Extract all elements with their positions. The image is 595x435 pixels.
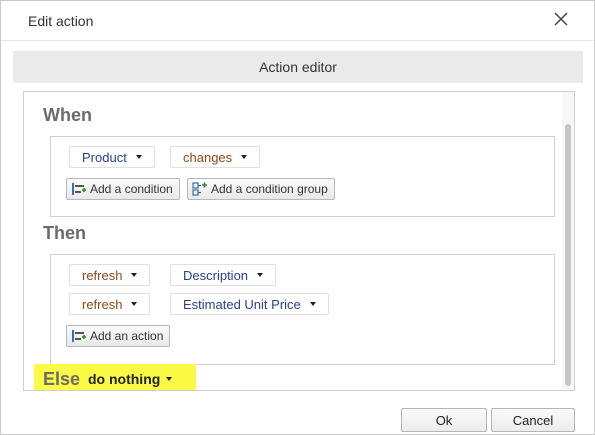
scrollbar-thumb[interactable] [565,124,571,386]
editor-scrollbar[interactable] [562,92,574,390]
close-button[interactable] [549,7,573,31]
action-target-dropdown[interactable]: Description [170,264,277,286]
caret-down-icon [131,302,138,306]
add-condition-label: Add a condition [90,182,173,196]
add-condition-group-label: Add a condition group [211,182,328,196]
when-heading: When [43,105,92,125]
action-verb-value: refresh [82,296,123,312]
caret-down-icon [257,273,264,277]
condition-field-value: Product [82,149,127,165]
caret-down-icon [135,155,142,159]
add-action-label: Add an action [90,329,164,343]
caret-down-icon [131,273,138,277]
condition-operator-value: changes [183,149,233,165]
action-verb-dropdown[interactable]: refresh [69,293,151,315]
add-action-icon [72,330,86,342]
add-condition-button[interactable]: Add a condition [66,178,180,200]
action-target-dropdown[interactable]: Estimated Unit Price [170,293,329,315]
close-icon [554,12,568,26]
dialog-title: Edit action [28,13,94,29]
add-action-button[interactable]: Add an action [66,325,171,347]
action-verb-value: refresh [82,267,123,283]
add-condition-group-icon [192,182,207,196]
caret-down-icon [309,302,316,306]
action-verb-dropdown[interactable]: refresh [69,264,151,286]
then-block: refresh Description refresh Estimated Un… [50,254,555,365]
else-heading: Else [43,369,81,389]
condition-field-dropdown[interactable]: Product [69,146,155,168]
action-editor-panel: When Product changes Add a condition Add… [23,91,575,391]
action-editor-header: Action editor [13,51,583,83]
title-bar: Edit action [1,1,594,41]
caret-down-icon [166,377,173,381]
when-block: Product changes Add a condition Add a co… [50,136,555,217]
cancel-button[interactable]: Cancel [491,408,575,432]
then-heading: Then [43,223,86,243]
action-target-value: Estimated Unit Price [183,296,301,312]
else-action-value: do nothing [88,371,161,387]
caret-down-icon [241,155,248,159]
ok-button[interactable]: Ok [401,408,487,432]
condition-operator-dropdown[interactable]: changes [170,146,261,168]
else-action-dropdown[interactable]: do nothing [80,368,180,390]
add-condition-icon [72,183,86,195]
edit-action-dialog: Edit action Action editor When Product c… [0,0,595,435]
action-target-value: Description [183,267,249,283]
add-condition-group-button[interactable]: Add a condition group [187,178,335,200]
